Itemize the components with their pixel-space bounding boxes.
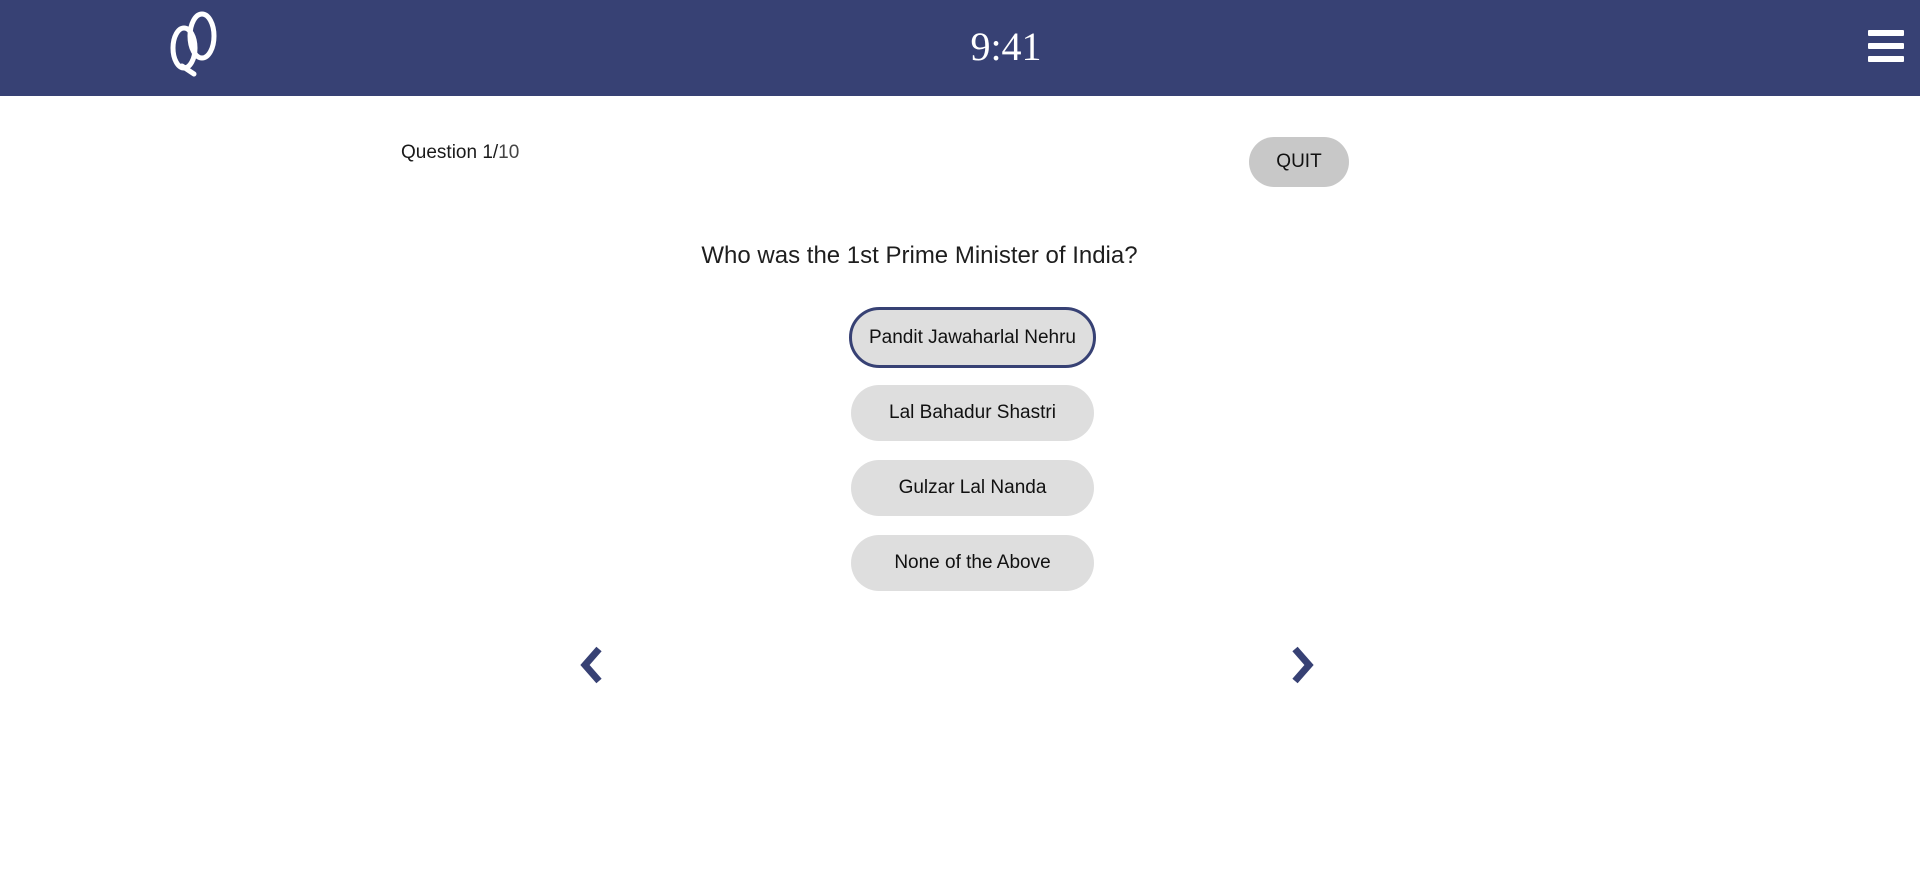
quit-button[interactable]: QUIT xyxy=(1249,137,1349,187)
clock-area: 9:41 xyxy=(0,22,1920,72)
answer-option[interactable]: Gulzar Lal Nanda xyxy=(851,460,1094,516)
chevron-right-icon xyxy=(1292,646,1314,684)
hamburger-menu-icon[interactable] xyxy=(1868,30,1904,62)
next-question-button[interactable] xyxy=(1285,645,1319,685)
quiz-logo-icon[interactable] xyxy=(168,8,224,78)
question-counter-label: Question 1/ xyxy=(401,142,499,163)
answer-option[interactable]: Pandit Jawaharlal Nehru xyxy=(849,307,1096,368)
question-counter-total: 10 xyxy=(498,142,520,163)
question-counter: Question 1/10 xyxy=(401,140,519,166)
answer-option[interactable]: Lal Bahadur Shastri xyxy=(851,385,1094,441)
chevron-left-icon xyxy=(580,646,602,684)
answer-option[interactable]: None of the Above xyxy=(851,535,1094,591)
question-text: Who was the 1st Prime Minister of India? xyxy=(701,242,1138,269)
clock-time: 9:41 xyxy=(970,24,1042,69)
top-bar: 9:41 xyxy=(0,0,1920,96)
question-text-row: Who was the 1st Prime Minister of India? xyxy=(0,240,1920,272)
previous-question-button[interactable] xyxy=(575,645,609,685)
